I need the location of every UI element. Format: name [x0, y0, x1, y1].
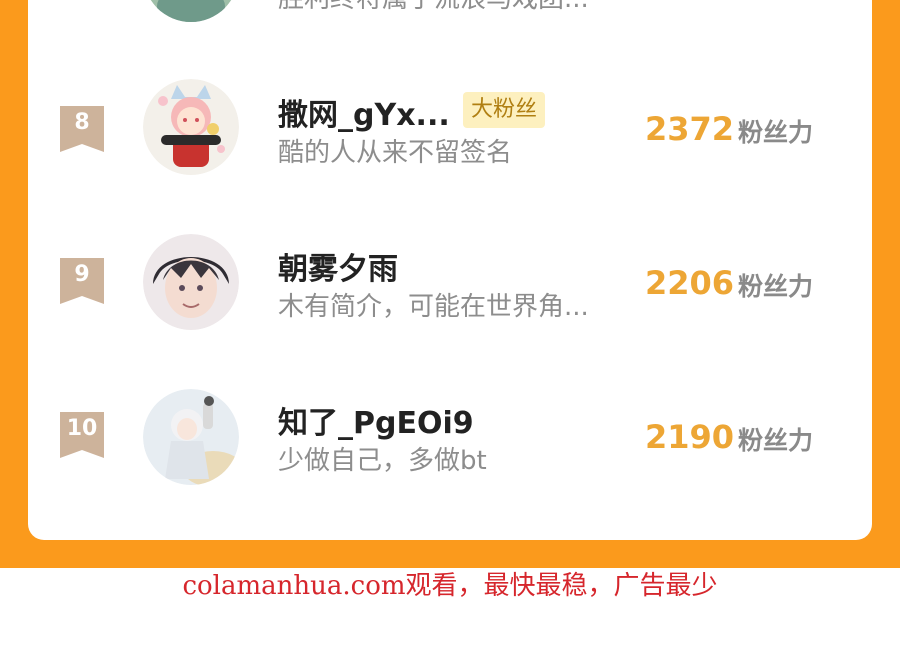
- rank-number: 8: [74, 110, 90, 135]
- watermark-text: colamanhua.com观看，最快最稳，广告最少: [182, 571, 718, 601]
- signature-rank-10: 少做自己，多做bt: [278, 446, 487, 476]
- rank-number: 10: [66, 416, 98, 441]
- signature-rank-9: 木有简介，可能在世界角...: [278, 292, 589, 322]
- avatar-rank-9[interactable]: [143, 234, 239, 330]
- avatar-rank-8[interactable]: [143, 79, 239, 175]
- signature-rank-8: 酷的人从来不留签名: [278, 138, 513, 168]
- fan-power-score-rank-10: 2190: [645, 418, 735, 456]
- username-rank-10[interactable]: 知了_PgEOi9: [278, 398, 474, 442]
- fan-power-label: 粉丝力: [738, 272, 814, 301]
- avatar-rank-10[interactable]: [143, 389, 239, 485]
- rank-badge-10: 10: [60, 412, 104, 458]
- signature-rank-7: 胜利终将属于流浪马戏团...: [278, 0, 589, 15]
- fan-power-score-rank-9: 2206: [645, 264, 735, 302]
- rank-badge-9: 9: [60, 258, 104, 304]
- fan-level-badge: 大粉丝: [463, 92, 546, 128]
- username-rank-9[interactable]: 朝雾夕雨: [278, 244, 398, 288]
- fan-power-label: 粉丝力: [738, 426, 814, 455]
- username-rank-8[interactable]: 撒网_gYx...: [278, 90, 450, 134]
- rank-badge-8: 8: [60, 106, 104, 152]
- fan-power-score-rank-8: 2372: [645, 110, 735, 148]
- rank-number: 9: [74, 262, 90, 287]
- fan-power-label: 粉丝力: [738, 118, 814, 147]
